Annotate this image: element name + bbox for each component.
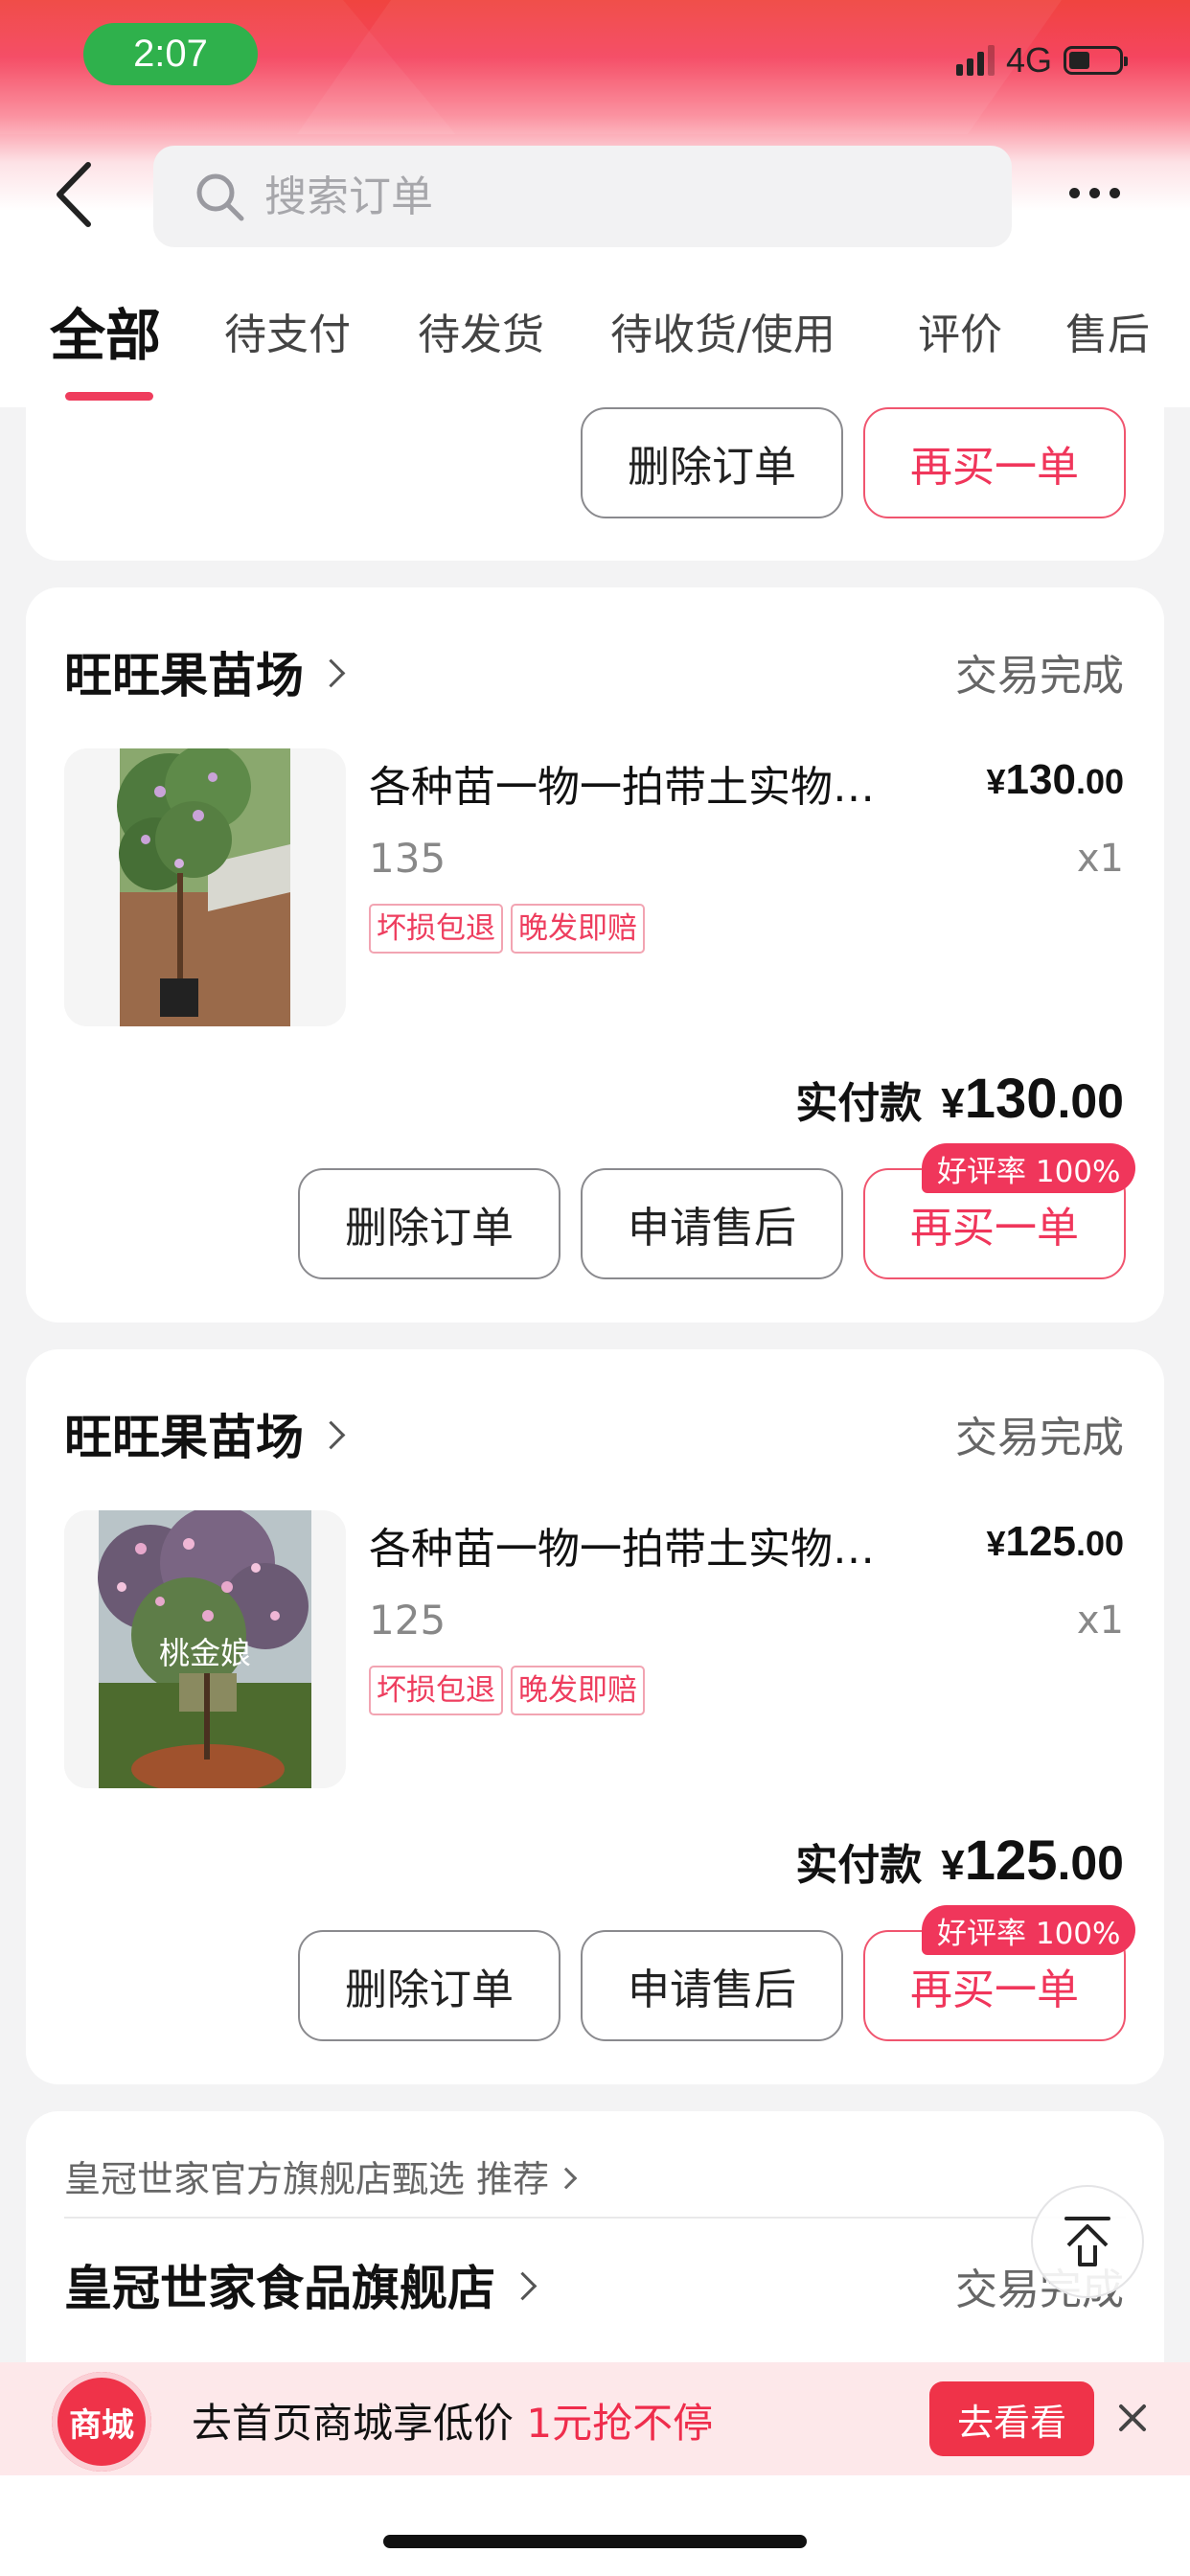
back-button[interactable] bbox=[52, 161, 100, 228]
signal-icon bbox=[955, 45, 995, 76]
tag-damage-refund: 坏损包退 bbox=[369, 1666, 503, 1715]
after-sale-button[interactable]: 申请售后 bbox=[581, 1168, 843, 1279]
product-title[interactable]: 各种苗一物一拍带土实物拍摄发货 bbox=[369, 752, 905, 814]
tab-all[interactable]: 全部 bbox=[50, 292, 161, 379]
product-image[interactable]: 桃金娘 bbox=[64, 1510, 346, 1788]
paid-amount: 实付款 ¥130.00 bbox=[795, 1068, 1124, 1130]
order-status: 交易完成 bbox=[955, 1414, 1124, 1462]
chevron-right-icon bbox=[508, 2271, 538, 2301]
search-bar[interactable] bbox=[153, 146, 1012, 247]
product-qty: x1 bbox=[1076, 1598, 1124, 1643]
order-card: 旺旺果苗场 交易完成 桃金娘 各种苗一物一拍带土实物拍摄发货 ¥125.00 1… bbox=[26, 1349, 1164, 2084]
delete-order-button[interactable]: 删除订单 bbox=[581, 407, 843, 518]
battery-icon bbox=[1064, 46, 1128, 75]
recommend-text: 皇冠世家官方旗舰店甄选 推荐 bbox=[64, 2158, 550, 2200]
chevron-right-icon bbox=[555, 2167, 578, 2189]
shop-link[interactable]: 皇冠世家食品旗舰店 bbox=[64, 2250, 538, 2319]
chevron-right-icon bbox=[316, 1420, 346, 1450]
tag-late-compensation: 晚发即赔 bbox=[511, 1666, 645, 1715]
after-sale-button[interactable]: 申请售后 bbox=[581, 1930, 843, 2041]
rating-badge: 好评率 100% bbox=[922, 1905, 1136, 1955]
search-icon bbox=[196, 173, 244, 221]
rating-badge: 好评率 100% bbox=[922, 1143, 1136, 1193]
tab-pending-shipment[interactable]: 待发货 bbox=[418, 292, 544, 379]
tab-after-sale[interactable]: 售后 bbox=[1065, 292, 1150, 379]
paid-amount: 实付款 ¥125.00 bbox=[795, 1829, 1124, 1892]
chevron-left-icon bbox=[57, 162, 91, 227]
product-spec: 135 bbox=[369, 835, 446, 882]
search-input[interactable] bbox=[263, 171, 937, 222]
product-price: ¥130.00 bbox=[986, 756, 1125, 803]
tag-late-compensation: 晚发即赔 bbox=[511, 904, 645, 954]
tag-damage-refund: 坏损包退 bbox=[369, 904, 503, 954]
order-tabs: 全部 待支付 待发货 待收货/使用 评价 售后 bbox=[0, 292, 1190, 407]
promo-banner[interactable]: 商城 去首页商城享低价 1元抢不停 去看看 bbox=[0, 2362, 1190, 2475]
promo-text: 去首页商城享低价 1元抢不停 bbox=[192, 2400, 714, 2447]
close-icon[interactable] bbox=[1113, 2399, 1152, 2437]
more-dot-icon bbox=[1110, 188, 1120, 198]
shop-name: 旺旺果苗场 bbox=[64, 1410, 304, 1465]
product-title[interactable]: 各种苗一物一拍带土实物拍摄发货 bbox=[369, 1514, 905, 1576]
more-dot-icon bbox=[1069, 188, 1080, 198]
recommend-link[interactable]: 皇冠世家官方旗舰店甄选 推荐 bbox=[64, 2150, 578, 2202]
more-dot-icon bbox=[1089, 188, 1100, 198]
delete-order-button[interactable]: 删除订单 bbox=[298, 1168, 561, 1279]
service-tags: 坏损包退 晚发即赔 bbox=[369, 1666, 645, 1715]
bottom-safe-area bbox=[0, 2475, 1190, 2576]
rebuy-button[interactable]: 再买一单 bbox=[863, 407, 1126, 518]
shop-link[interactable]: 旺旺果苗场 bbox=[64, 1399, 346, 1468]
shop-name: 旺旺果苗场 bbox=[64, 648, 304, 703]
network-type: 4G bbox=[1005, 40, 1052, 80]
shop-name: 皇冠世家食品旗舰店 bbox=[64, 2261, 495, 2316]
order-card-partial: 删除订单 再买一单 bbox=[26, 407, 1164, 561]
active-tab-indicator bbox=[65, 392, 153, 401]
product-image[interactable] bbox=[64, 748, 346, 1026]
shop-link[interactable]: 旺旺果苗场 bbox=[64, 637, 346, 706]
tab-pending-payment[interactable]: 待支付 bbox=[224, 292, 351, 379]
product-price: ¥125.00 bbox=[986, 1518, 1125, 1565]
order-card: 旺旺果苗场 交易完成 各种苗一物一拍带土实物拍摄发货 ¥130.00 135 x… bbox=[26, 587, 1164, 1322]
status-time: 2:07 bbox=[83, 23, 258, 85]
product-spec: 125 bbox=[369, 1597, 446, 1644]
chevron-right-icon bbox=[316, 658, 346, 688]
service-tags: 坏损包退 晚发即赔 bbox=[369, 904, 645, 954]
back-to-top-button[interactable] bbox=[1031, 2185, 1144, 2298]
order-status: 交易完成 bbox=[955, 652, 1124, 701]
product-photo: 桃金娘 bbox=[64, 1510, 346, 1788]
promo-go-button[interactable]: 去看看 bbox=[929, 2381, 1094, 2456]
tab-pending-receipt[interactable]: 待收货/使用 bbox=[610, 292, 835, 379]
mall-logo: 商城 bbox=[52, 2372, 151, 2472]
product-image-caption: 桃金娘 bbox=[159, 1635, 251, 1671]
order-card-recommend: 皇冠世家官方旗舰店甄选 推荐 皇冠世家食品旗舰店 交易完成 bbox=[26, 2111, 1164, 2399]
tab-review[interactable]: 评价 bbox=[918, 292, 1002, 379]
more-button[interactable] bbox=[1069, 188, 1120, 198]
home-indicator[interactable] bbox=[383, 2535, 807, 2548]
delete-order-button[interactable]: 删除订单 bbox=[298, 1930, 561, 2041]
product-qty: x1 bbox=[1076, 837, 1124, 881]
arrow-up-icon bbox=[1064, 2217, 1110, 2266]
status-icons: 4G bbox=[955, 40, 1128, 80]
divider bbox=[64, 2217, 1126, 2219]
product-photo bbox=[64, 748, 346, 1026]
